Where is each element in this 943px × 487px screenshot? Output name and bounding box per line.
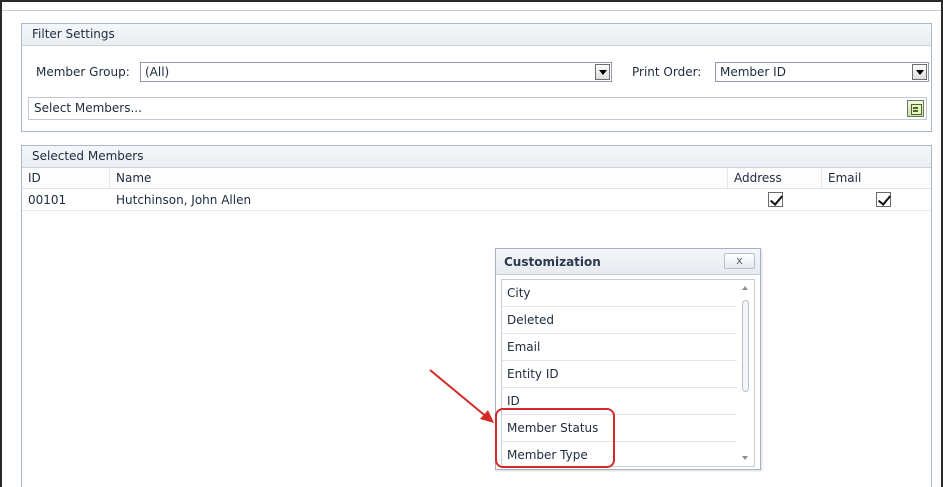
chevron-down-icon bbox=[598, 69, 607, 75]
annotation-highlight-box bbox=[495, 408, 615, 468]
select-members-text: Select Members... bbox=[34, 101, 142, 115]
window-top-divider bbox=[2, 10, 941, 11]
column-header-id[interactable]: ID bbox=[22, 168, 110, 189]
print-order-dropdown-button[interactable] bbox=[912, 64, 927, 80]
field-item-city[interactable]: City bbox=[502, 280, 737, 307]
selected-members-header: Selected Members bbox=[22, 146, 931, 168]
close-button[interactable]: x bbox=[724, 253, 755, 269]
close-icon: x bbox=[736, 254, 743, 267]
selected-members-panel: Selected Members ID Name Address Email 0… bbox=[21, 145, 932, 487]
member-group-dropdown-button[interactable] bbox=[595, 64, 610, 80]
field-item-deleted[interactable]: Deleted bbox=[502, 307, 737, 334]
field-list-scrollbar[interactable] bbox=[737, 280, 754, 466]
column-header-name[interactable]: Name bbox=[110, 168, 728, 189]
select-members-picker-icon[interactable] bbox=[907, 100, 924, 117]
member-group-value: (All) bbox=[145, 65, 170, 79]
member-group-label: Member Group: bbox=[36, 65, 130, 79]
field-item-entity-id[interactable]: Entity ID bbox=[502, 361, 737, 388]
window: Filter Settings Member Group: (All) Prin… bbox=[0, 0, 943, 487]
select-members-field[interactable]: Select Members... bbox=[28, 97, 927, 120]
print-order-dropdown[interactable]: Member ID bbox=[715, 62, 929, 82]
print-order-value: Member ID bbox=[720, 65, 786, 79]
member-group-dropdown[interactable]: (All) bbox=[140, 62, 612, 82]
field-item-email[interactable]: Email bbox=[502, 334, 737, 361]
filter-settings-header: Filter Settings bbox=[22, 24, 931, 46]
scroll-down-icon[interactable] bbox=[742, 456, 748, 460]
scroll-thumb[interactable] bbox=[742, 300, 749, 392]
email-checkbox[interactable] bbox=[876, 192, 891, 207]
filter-settings-panel: Filter Settings Member Group: (All) Prin… bbox=[21, 23, 932, 132]
column-header-address[interactable]: Address bbox=[728, 168, 822, 189]
column-header-email[interactable]: Email bbox=[822, 168, 931, 189]
address-checkbox[interactable] bbox=[768, 192, 783, 207]
print-order-label: Print Order: bbox=[632, 65, 702, 79]
member-name-cell: Hutchinson, John Allen bbox=[116, 193, 252, 207]
member-id-cell: 00101 bbox=[28, 193, 67, 207]
chevron-down-icon bbox=[915, 69, 924, 75]
customization-title: Customization bbox=[496, 249, 760, 275]
members-grid-header: ID Name Address Email bbox=[22, 168, 931, 189]
annotation-arrow-icon bbox=[429, 369, 494, 423]
scroll-up-icon[interactable] bbox=[742, 286, 748, 290]
table-row[interactable]: 00101 Hutchinson, John Allen bbox=[22, 189, 931, 211]
